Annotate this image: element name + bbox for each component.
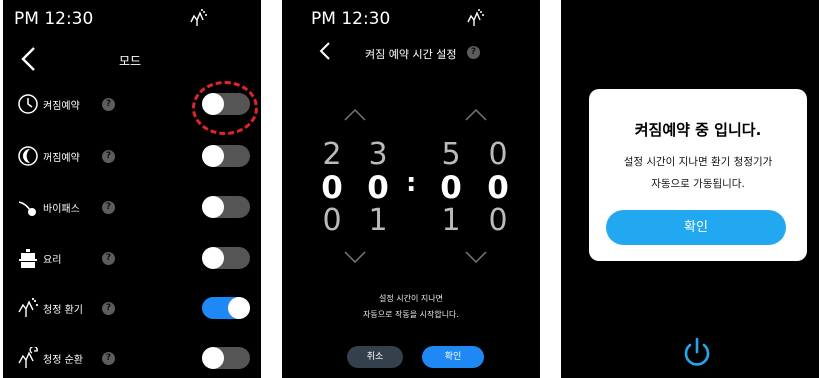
dialog-screen: 켜짐예약 중 입니다. 설정 시간이 지나면 환기 청정기가 자동으로 가동됩니… [561,0,819,378]
dialog-confirm-button[interactable]: 확인 [606,210,786,245]
hour-up-chevron-icon[interactable] [343,108,367,122]
mode-row-off-timer: 꺼짐예약 ? [3,137,261,177]
hour-tens-selected[interactable]: 0 [319,173,345,204]
moon-icon [18,146,38,166]
confirmation-dialog: 켜짐예약 중 입니다. 설정 시간이 지나면 환기 청정기가 자동으로 가동됩니… [589,89,807,261]
back-arrow-icon[interactable] [318,41,332,61]
hour-ones-below: 1 [368,203,388,238]
minute-up-chevron-icon[interactable] [464,108,488,122]
toggle-knob [202,145,224,167]
minute-ones-below: 0 [488,203,508,238]
mode-row-label: 켜짐예약 [43,101,80,112]
mode-row-purify-circulation: 청정 순환 ? [3,339,261,378]
bypass-icon [18,201,36,216]
mode-row-cooking: 요리 ? [3,239,261,279]
power-icon[interactable] [680,336,714,370]
toggle-knob [202,196,224,218]
minute-ones-selected[interactable]: 0 [485,173,511,204]
mode-row-label: 꺼짐예약 [43,153,80,164]
page-title: 켜짐 예약 시간 설정 [365,48,457,61]
back-arrow-icon[interactable] [20,46,38,72]
purify-ventilation-icon [18,297,39,317]
air-purify-icon [467,9,484,26]
purify-ventilation-toggle[interactable] [202,297,250,319]
help-icon[interactable]: ? [102,302,115,315]
clock-icon [18,94,38,114]
confirm-button[interactable]: 확인 [422,346,484,368]
dialog-message: 설정 시간이 지나면 환기 청정기가 자동으로 가동됩니다. [589,151,807,195]
toggle-knob [228,297,250,319]
timer-screen: PM 12:30 켜짐 예약 시간 설정 ? 2 3 5 0 0 0 : 0 0… [282,0,540,378]
cooking-pot-icon [19,249,37,268]
help-icon[interactable]: ? [102,252,115,265]
mode-row-bypass: 바이패스 ? [3,188,261,228]
mode-screen: PM 12:30 모드 켜짐예약 ? 꺼짐예약 ? 바이패스 ? 요리 ? 청정… [3,0,261,378]
status-time: PM 12:30 [311,9,391,29]
hour-tens-above: 2 [322,137,342,172]
help-icon[interactable]: ? [102,201,115,214]
mode-row-label: 요리 [43,255,62,266]
help-icon[interactable]: ? [102,150,115,163]
minute-tens-below: 1 [441,203,461,238]
air-purify-icon [190,9,207,26]
help-icon[interactable]: ? [102,352,115,365]
toggle-knob [202,247,224,269]
mode-row-label: 청정 환기 [43,305,83,316]
bypass-toggle[interactable] [202,196,250,218]
minute-tens-above: 5 [441,137,461,172]
hour-tens-below: 0 [322,203,342,238]
cancel-button[interactable]: 취소 [347,346,403,368]
purify-circulation-toggle[interactable] [202,347,250,369]
minute-tens-selected[interactable]: 0 [438,173,464,204]
help-icon[interactable]: ? [102,98,115,111]
hour-ones-selected[interactable]: 0 [365,173,391,204]
dialog-message-line1: 설정 시간이 지나면 환기 청정기가 [623,156,773,168]
minute-ones-above: 0 [488,137,508,172]
page-title: 모드 [119,54,142,68]
mode-row-label: 청정 순환 [43,355,83,366]
toggle-knob [202,347,224,369]
status-time: PM 12:30 [14,9,94,29]
mode-row-label: 바이패스 [43,204,80,215]
help-icon[interactable]: ? [467,46,480,59]
dialog-title: 켜짐예약 중 입니다. [634,121,762,139]
info-text-line2: 자동으로 작동을 시작합니다. [363,310,459,319]
minute-down-chevron-icon[interactable] [464,250,488,264]
time-separator: : [406,168,417,198]
purify-circulation-icon [18,347,38,368]
cooking-toggle[interactable] [202,247,250,269]
dialog-message-line2: 자동으로 가동됩니다. [651,178,745,190]
hour-ones-above: 3 [368,137,388,172]
info-text-line1: 설정 시간이 지나면 [379,294,443,303]
off-timer-toggle[interactable] [202,145,250,167]
highlight-ring [192,81,258,135]
mode-row-purify-ventilation: 청정 환기 ? [3,289,261,329]
hour-down-chevron-icon[interactable] [343,250,367,264]
